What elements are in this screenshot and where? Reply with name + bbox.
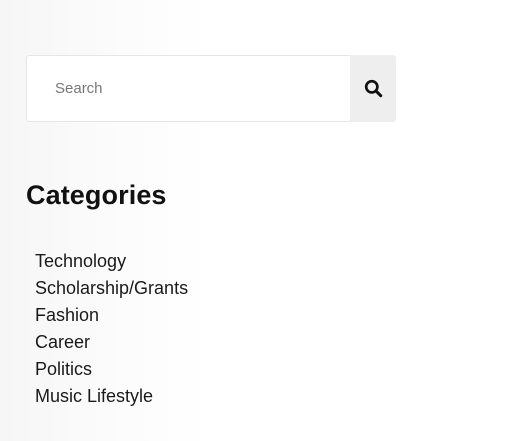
category-item: Politics [35, 356, 188, 383]
search-form [26, 55, 396, 122]
category-item: Fashion [35, 302, 188, 329]
category-item: Career [35, 329, 188, 356]
category-list: Technology Scholarship/Grants Fashion Ca… [35, 248, 188, 410]
category-item: Music Lifestyle [35, 383, 188, 410]
category-link-fashion[interactable]: Fashion [35, 305, 99, 325]
category-link-scholarship-grants[interactable]: Scholarship/Grants [35, 278, 188, 298]
category-link-politics[interactable]: Politics [35, 359, 92, 379]
search-button[interactable] [350, 55, 396, 122]
category-link-career[interactable]: Career [35, 332, 90, 352]
category-link-music-lifestyle[interactable]: Music Lifestyle [35, 386, 153, 406]
search-icon [364, 79, 383, 98]
search-input[interactable] [26, 55, 350, 122]
category-item: Scholarship/Grants [35, 275, 188, 302]
categories-heading: Categories [26, 180, 167, 210]
category-item: Technology [35, 248, 188, 275]
category-link-technology[interactable]: Technology [35, 251, 126, 271]
